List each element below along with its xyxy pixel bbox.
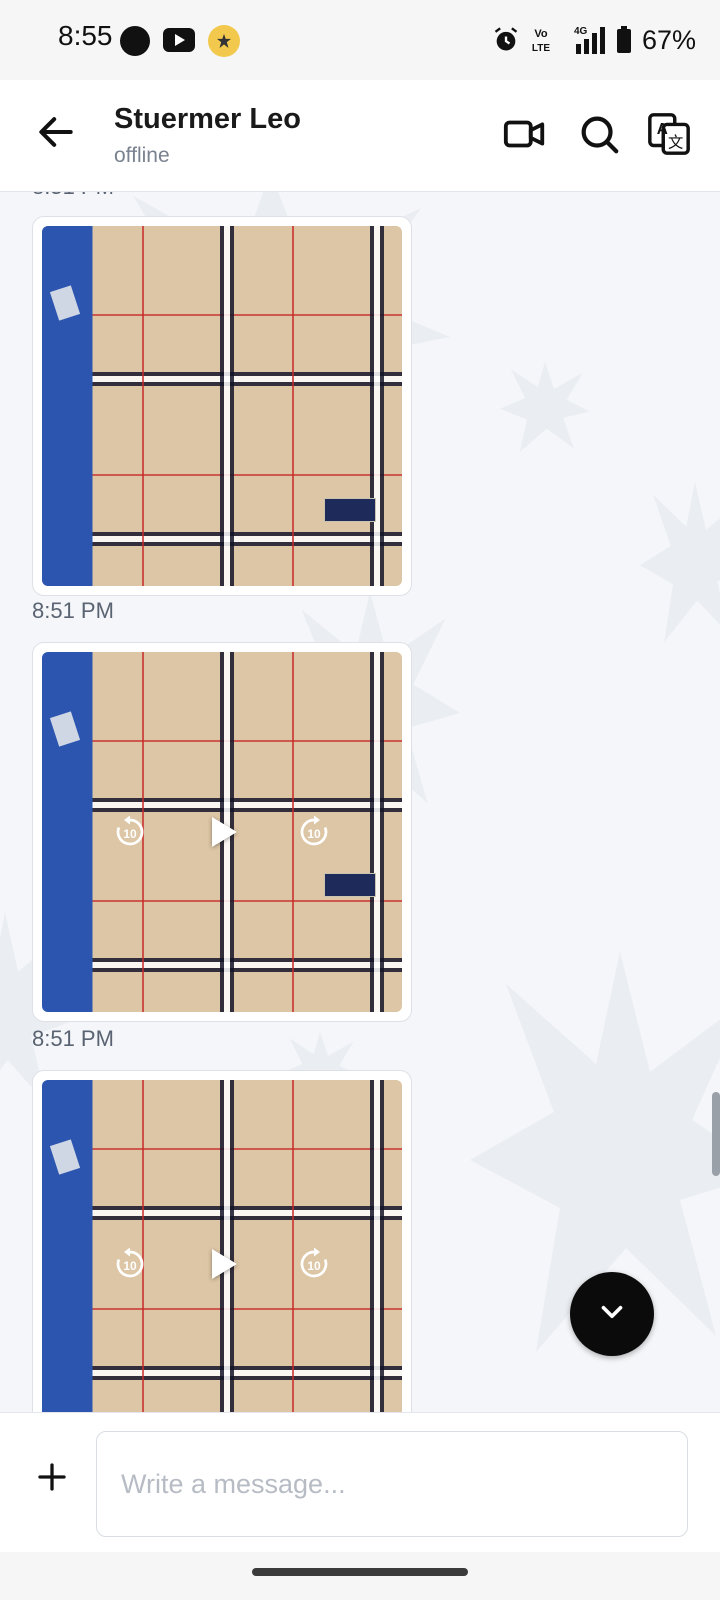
app-badge-icon	[208, 25, 240, 57]
background-pattern	[640, 482, 720, 642]
youtube-icon	[163, 28, 195, 52]
rewind-10-icon[interactable]: 10	[110, 1244, 150, 1284]
rewind-10-icon[interactable]: 10	[110, 812, 150, 852]
signal-icon: 4G	[562, 24, 606, 56]
scarf-photo[interactable]	[42, 226, 402, 586]
notification-dot-icon	[120, 26, 150, 56]
svg-text:Vo: Vo	[534, 28, 548, 40]
photo-label	[324, 498, 376, 522]
alarm-icon	[492, 26, 520, 54]
system-nav-bar	[0, 1552, 720, 1600]
scroll-to-bottom-button[interactable]	[570, 1272, 654, 1356]
message-input[interactable]	[96, 1431, 688, 1537]
play-icon[interactable]	[202, 812, 242, 852]
video-message[interactable]: 10 10	[32, 1070, 412, 1412]
chevron-down-icon	[595, 1295, 629, 1334]
back-arrow-icon[interactable]	[34, 110, 78, 154]
forward-label: 10	[307, 1259, 321, 1273]
composer-bar	[0, 1412, 720, 1552]
add-attachment-icon[interactable]	[34, 1459, 70, 1495]
background-pattern	[500, 362, 590, 452]
contact-status: offline	[114, 144, 170, 167]
translate-icon[interactable]: A文	[646, 111, 692, 157]
video-controls: 10 10	[42, 1244, 402, 1284]
battery-percent: 67%	[641, 24, 696, 55]
search-icon[interactable]	[576, 111, 622, 157]
video-call-icon[interactable]	[502, 111, 548, 157]
svg-text:文: 文	[668, 133, 683, 151]
scrollbar[interactable]	[712, 1092, 720, 1176]
status-bar: 8:55 Vo LTE 4G 67%	[0, 0, 720, 80]
image-message[interactable]	[32, 216, 412, 596]
svg-text:A: A	[657, 121, 668, 138]
status-right-group: Vo LTE 4G 67%	[492, 22, 696, 58]
forward-10-icon[interactable]: 10	[294, 1244, 334, 1284]
rewind-label: 10	[123, 827, 137, 841]
play-icon[interactable]	[202, 1244, 242, 1284]
chat-header: Stuermer Leo offline A文	[0, 80, 720, 192]
message-timestamp: 8:51 PM	[32, 1026, 114, 1051]
video-controls: 10 10	[42, 812, 402, 852]
home-indicator[interactable]	[252, 1568, 468, 1576]
contact-name[interactable]: Stuermer Leo	[114, 103, 301, 136]
video-thumbnail[interactable]: 10 10	[42, 1080, 402, 1412]
photo-tag	[49, 1139, 81, 1175]
battery-icon	[616, 26, 632, 54]
volte-icon: Vo LTE	[530, 25, 552, 55]
svg-text:LTE: LTE	[532, 43, 550, 54]
rewind-label: 10	[123, 1259, 137, 1273]
photo-label	[324, 873, 376, 897]
photo-tag	[49, 285, 81, 321]
forward-10-icon[interactable]: 10	[294, 812, 334, 852]
forward-label: 10	[307, 827, 321, 841]
message-timestamp: 8:51 PM	[32, 598, 114, 623]
message-list[interactable]: 8:51 PM 8:51 PM 10 10 8:51 PM	[0, 192, 720, 1412]
video-message[interactable]: 10 10	[32, 642, 412, 1022]
message-timestamp: 8:51 PM	[32, 192, 114, 200]
video-thumbnail[interactable]: 10 10	[42, 652, 402, 1012]
photo-tag	[49, 711, 81, 747]
status-time: 8:55	[58, 20, 113, 51]
signal-label: 4G	[574, 26, 588, 37]
